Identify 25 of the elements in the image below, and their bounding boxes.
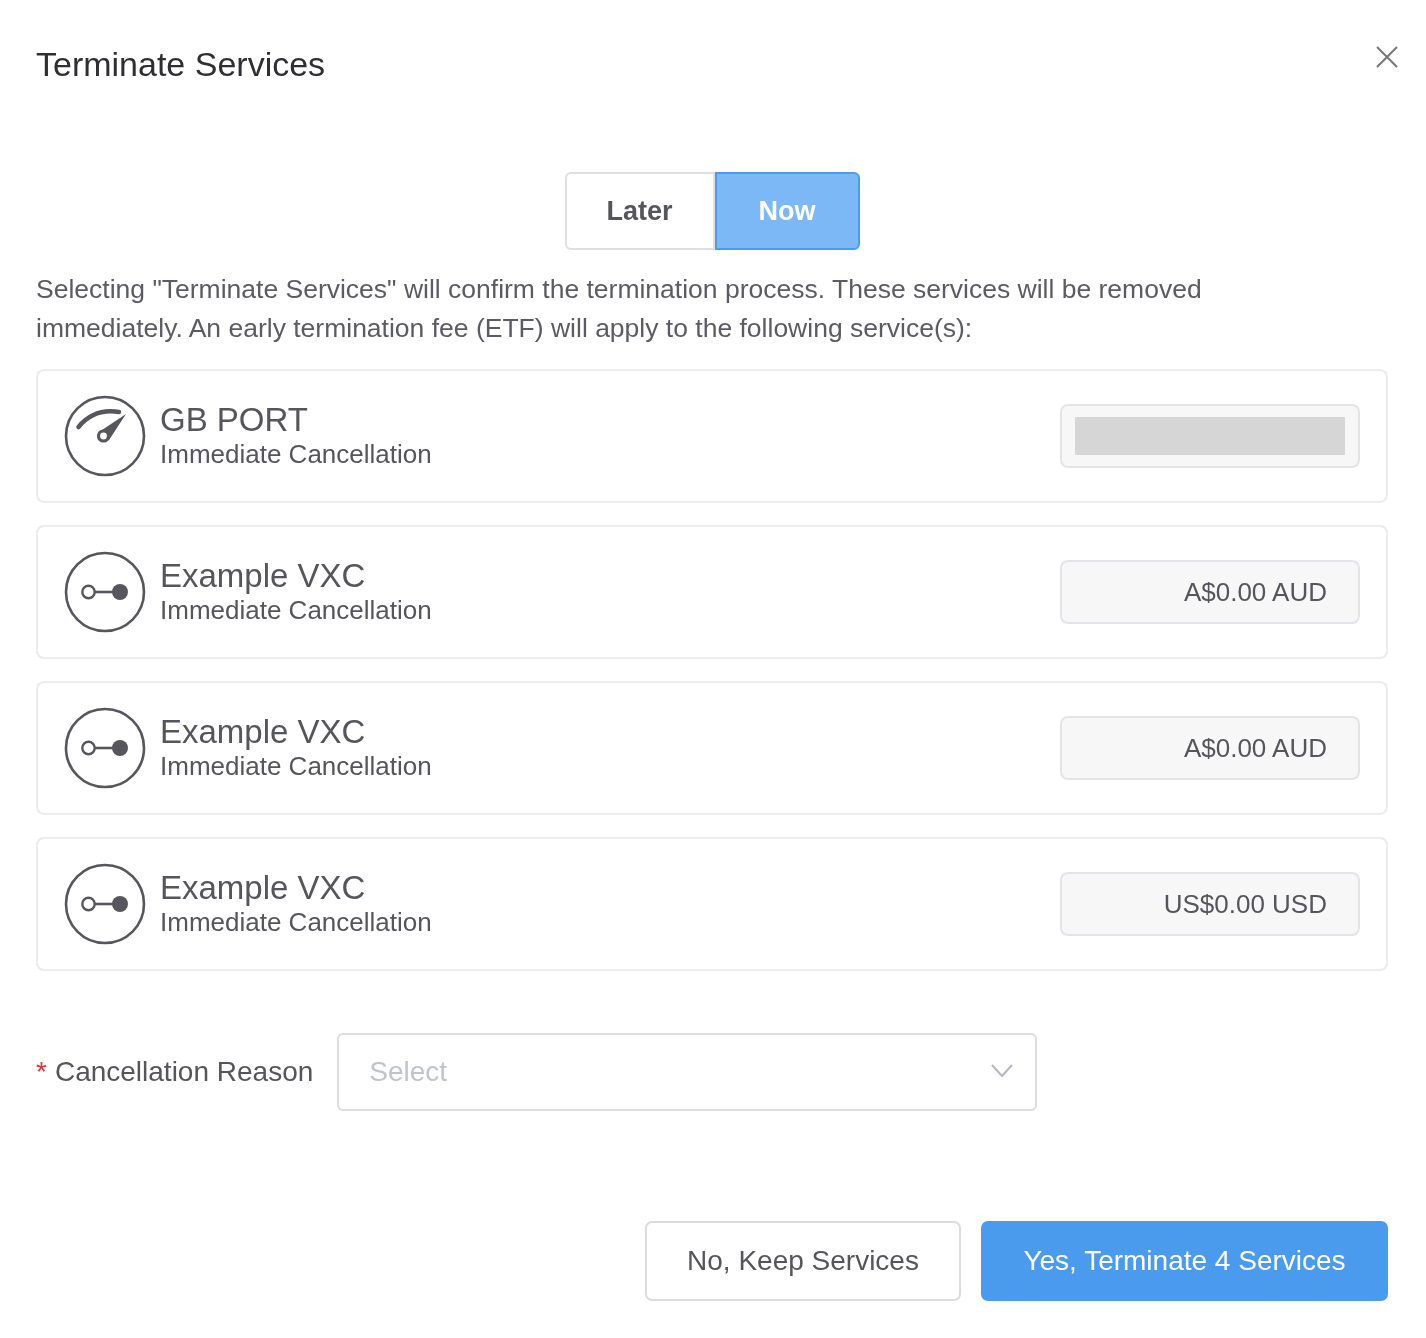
service-name: GB PORT (160, 402, 309, 438)
keep-services-button[interactable]: No, Keep Services (645, 1221, 961, 1301)
timing-tab[interactable]: Later (564, 172, 715, 250)
connection-icon (64, 707, 146, 789)
service-status: Immediate Cancellation (160, 750, 433, 782)
speedometer-icon (64, 395, 146, 477)
service-name: Example VXC (160, 870, 367, 906)
connection-icon (64, 863, 146, 945)
reason-select[interactable]: Select (337, 1033, 1038, 1111)
close-icon (1375, 45, 1399, 69)
fee-amount: A$0.00 AUD (1060, 716, 1360, 780)
service-name: Example VXC (160, 558, 367, 594)
connection-icon (64, 551, 146, 633)
required-mark: * (36, 1055, 47, 1089)
field-label: Cancellation Reason (54, 1055, 314, 1089)
service-status: Immediate Cancellation (160, 438, 433, 470)
close-button[interactable] (1374, 44, 1400, 70)
service-name: Example VXC (160, 714, 367, 750)
service-status: Immediate Cancellation (160, 594, 433, 626)
chevron-down-icon (991, 1064, 1014, 1078)
service-status: Immediate Cancellation (160, 906, 433, 938)
termination-message: Selecting "Terminate Services" will confirm the termination process. These services will be removed immediately. An early termination fee (ETF) will apply to the following service(s): (36, 273, 1203, 345)
dialog-title: Terminate Services (36, 44, 326, 85)
fee-amount: A$0.00 AUD (1060, 560, 1360, 624)
fee-amount: US$0.00 USD (1060, 872, 1360, 936)
